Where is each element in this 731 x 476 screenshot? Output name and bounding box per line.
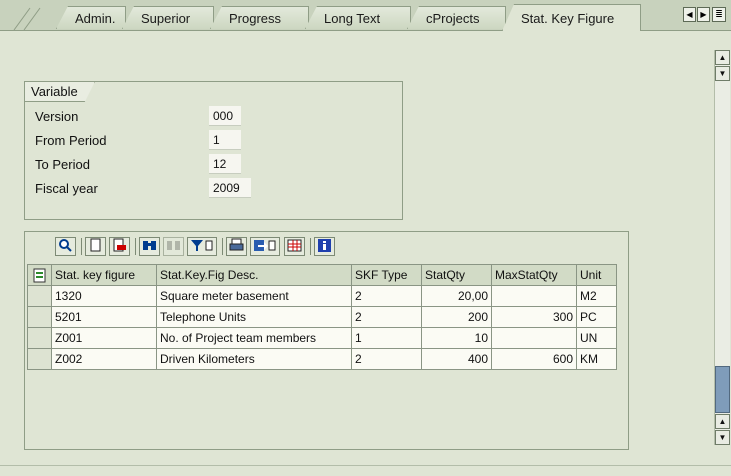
row-selector[interactable]: [27, 306, 52, 328]
print-icon[interactable]: [226, 237, 247, 256]
cell-desc[interactable]: No. of Project team members: [156, 327, 352, 349]
cell-max[interactable]: 300: [491, 306, 577, 328]
cell-unit[interactable]: PC: [576, 306, 617, 328]
grid-header-row: Stat. key figure Stat.Key.Fig Desc. SKF …: [27, 264, 617, 286]
col-unit[interactable]: Unit: [576, 264, 617, 286]
cell-max[interactable]: [491, 285, 577, 307]
cell-desc[interactable]: Driven Kilometers: [156, 348, 352, 370]
variable-group: Variable Version 000 From Period 1 To Pe…: [24, 81, 403, 220]
grid-table: Stat. key figure Stat.Key.Fig Desc. SKF …: [27, 264, 617, 370]
col-stat-key-fig-desc[interactable]: Stat.Key.Fig Desc.: [156, 264, 352, 286]
scroll-up-icon[interactable]: ▲: [715, 50, 730, 65]
filter-icon[interactable]: [187, 237, 217, 256]
find-icon[interactable]: [139, 237, 160, 256]
cell-key[interactable]: Z002: [51, 348, 157, 370]
cell-max[interactable]: 600: [491, 348, 577, 370]
tab-long-text[interactable]: Long Text: [305, 6, 411, 29]
details-icon[interactable]: [55, 237, 76, 256]
table-row[interactable]: Z002 Driven Kilometers 2 400 600 KM: [27, 348, 617, 370]
delete-icon[interactable]: [109, 237, 130, 256]
tab-strip-lead-icon: [13, 7, 41, 30]
find-next-icon[interactable]: [163, 237, 184, 256]
version-label: Version: [35, 109, 79, 124]
tab-list-icon[interactable]: ≣: [712, 7, 726, 22]
scroll-thumb[interactable]: [715, 366, 730, 413]
cell-type[interactable]: 2: [351, 306, 422, 328]
tab-scroll-left-icon[interactable]: ◀: [683, 7, 696, 22]
cell-qty[interactable]: 10: [421, 327, 492, 349]
row-selector[interactable]: [27, 285, 52, 307]
cell-type[interactable]: 1: [351, 327, 422, 349]
cell-type[interactable]: 2: [351, 285, 422, 307]
create-icon[interactable]: [85, 237, 106, 256]
scroll-up-icon[interactable]: ▲: [715, 414, 730, 429]
col-stat-qty[interactable]: StatQty: [421, 264, 492, 286]
cell-max[interactable]: [491, 327, 577, 349]
tab-stat-key-figure[interactable]: Stat. Key Figure: [502, 4, 641, 31]
info-icon[interactable]: [314, 237, 335, 256]
to-period-label: To Period: [35, 157, 90, 172]
cell-unit[interactable]: UN: [576, 327, 617, 349]
stat-key-figure-grid: Stat. key figure Stat.Key.Fig Desc. SKF …: [24, 231, 629, 450]
cell-qty[interactable]: 400: [421, 348, 492, 370]
table-row[interactable]: 5201 Telephone Units 2 200 300 PC: [27, 306, 617, 328]
cell-key[interactable]: Z001: [51, 327, 157, 349]
cell-key[interactable]: 5201: [51, 306, 157, 328]
fiscal-year-field[interactable]: 2009: [209, 178, 251, 198]
row-selector[interactable]: [27, 348, 52, 370]
bottom-border: [0, 465, 731, 476]
cell-type[interactable]: 2: [351, 348, 422, 370]
variable-group-title: Variable: [25, 82, 95, 102]
cell-key[interactable]: 1320: [51, 285, 157, 307]
table-row[interactable]: 1320 Square meter basement 2 20,00 M2: [27, 285, 617, 307]
tab-progress[interactable]: Progress: [210, 6, 309, 29]
tab-scroll-right-icon[interactable]: ▶: [697, 7, 710, 22]
from-period-label: From Period: [35, 133, 107, 148]
table-row[interactable]: Z001 No. of Project team members 1 10 UN: [27, 327, 617, 349]
cell-qty[interactable]: 200: [421, 306, 492, 328]
tab-admin[interactable]: Admin.: [56, 6, 126, 29]
col-stat-key-figure[interactable]: Stat. key figure: [51, 264, 157, 286]
cell-unit[interactable]: M2: [576, 285, 617, 307]
fiscal-year-label: Fiscal year: [35, 181, 98, 196]
tab-strip: Admin. Superior Progress Long Text cProj…: [0, 0, 731, 31]
layout-grid-icon[interactable]: [284, 237, 305, 256]
tab-superior[interactable]: Superior: [122, 6, 214, 29]
from-period-field[interactable]: 1: [209, 130, 241, 150]
cell-desc[interactable]: Square meter basement: [156, 285, 352, 307]
cell-desc[interactable]: Telephone Units: [156, 306, 352, 328]
export-icon[interactable]: [250, 237, 280, 256]
col-skf-type[interactable]: SKF Type: [351, 264, 422, 286]
cell-qty[interactable]: 20,00: [421, 285, 492, 307]
select-all-icon[interactable]: [27, 264, 52, 286]
scroll-down-icon[interactable]: ▼: [715, 66, 730, 81]
cell-unit[interactable]: KM: [576, 348, 617, 370]
col-max-stat-qty[interactable]: MaxStatQty: [491, 264, 577, 286]
to-period-field[interactable]: 12: [209, 154, 241, 174]
grid-toolbar: [25, 232, 628, 262]
tab-cprojects[interactable]: cProjects: [407, 6, 506, 29]
row-selector[interactable]: [27, 327, 52, 349]
version-field[interactable]: 000: [209, 106, 241, 126]
scroll-down-icon[interactable]: ▼: [715, 430, 730, 445]
vertical-scrollbar[interactable]: ▲ ▼ ▲ ▼: [714, 50, 730, 445]
